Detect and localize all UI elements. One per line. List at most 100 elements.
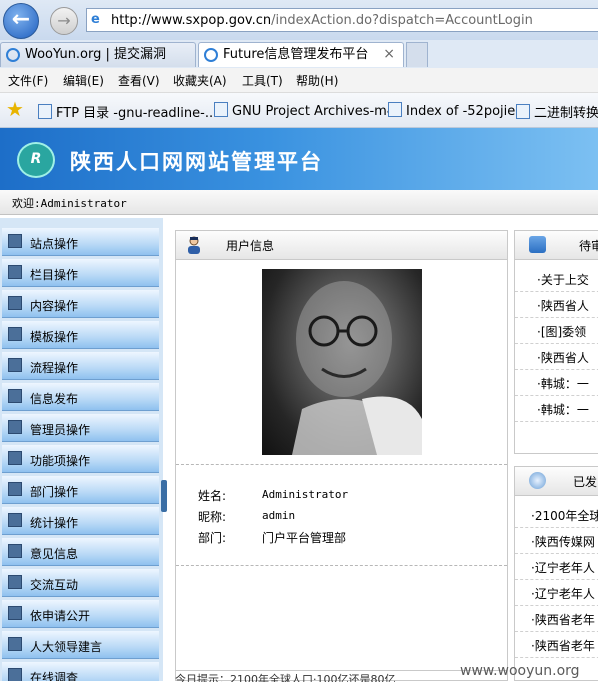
sidebar-item-label: 在线调查 [30, 671, 79, 681]
sidebar-item-disclosure[interactable]: 依申请公开 [2, 600, 159, 628]
pending-header: 待审 [515, 231, 598, 260]
tab-wooyun[interactable]: WooYun.org | 提交漏洞 [0, 42, 196, 67]
interaction-icon [8, 575, 22, 589]
pending-item[interactable]: ·陕西省人 [537, 297, 589, 314]
publish-icon [8, 389, 22, 403]
film-icon [8, 606, 22, 620]
film-icon [8, 637, 22, 651]
back-button[interactable]: ← [3, 3, 39, 39]
published-item[interactable]: ·辽宁老年人 [531, 585, 595, 602]
pending-item[interactable]: ·陕西省人 [537, 349, 589, 366]
sidebar-item-label: 栏目操作 [30, 268, 79, 282]
favorite-link[interactable]: FTP 目录 -gnu-readline-... [38, 102, 217, 121]
pending-item[interactable]: ·韩城：一 [537, 401, 589, 418]
tab-future[interactable]: Future信息管理发布平台 × [198, 42, 404, 67]
published-item[interactable]: ·陕西省老年 [531, 637, 595, 654]
function-icon [8, 451, 22, 465]
sidebar-item-npc-advice[interactable]: 人大领导建言 [2, 631, 159, 659]
column-icon [8, 265, 22, 279]
feedback-icon [8, 544, 22, 558]
menu-favorites[interactable]: 收藏夹(A) [173, 72, 227, 89]
sidebar-item-label: 意见信息 [30, 547, 79, 561]
sidebar-item-label: 管理员操作 [30, 423, 91, 437]
sidebar-item-template[interactable]: 模板操作 [2, 321, 159, 349]
divider [515, 317, 598, 318]
sidebar-item-function[interactable]: 功能项操作 [2, 445, 159, 473]
favorite-label: 二进制转换工 [534, 106, 598, 121]
url-domain: http://www.sxpop.gov.cn [111, 13, 272, 28]
sidebar-item-label: 内容操作 [30, 299, 79, 313]
published-item[interactable]: ·辽宁老年人 [531, 559, 595, 576]
sidebar-item-department[interactable]: 部门操作 [2, 476, 159, 504]
department-value: 门户平台管理部 [262, 531, 347, 545]
divider [176, 565, 507, 566]
nickname-value: admin [262, 509, 296, 522]
user-info-header: 用户信息 [176, 231, 507, 260]
sidebar-item-admin[interactable]: 管理员操作 [2, 414, 159, 442]
divider [515, 657, 598, 658]
favorite-label: Index of -52pojie [406, 104, 516, 119]
nickname-label: 昵称: [198, 510, 227, 524]
menu-tools[interactable]: 工具(T) [242, 72, 283, 89]
published-item[interactable]: ·2100年全球 [531, 507, 598, 524]
menu-file[interactable]: 文件(F) [8, 72, 48, 89]
sidebar-item-survey[interactable]: 在线调查 [2, 662, 159, 681]
favorite-link[interactable]: 二进制转换工 [516, 102, 598, 121]
new-tab-button[interactable] [406, 42, 428, 67]
sidebar-item-label: 模板操作 [30, 330, 79, 344]
pending-panel: 待审 ·关于上交 ·陕西省人 ·[图]委领 ·陕西省人 ·韩城：一 ·韩城：一 [514, 230, 598, 454]
sidebar-item-workflow[interactable]: 流程操作 [2, 352, 159, 380]
published-panel: 已发 ·2100年全球 ·陕西传媒网 ·辽宁老年人 ·辽宁老年人 ·陕西省老年 … [514, 466, 598, 681]
page-icon [214, 102, 228, 117]
url-input[interactable]: e http://www.sxpop.gov.cn/indexAction.do… [86, 8, 598, 32]
close-icon[interactable]: × [383, 43, 395, 66]
published-item[interactable]: ·陕西省老年 [531, 611, 595, 628]
ie-icon [6, 48, 20, 62]
welcome-text: 欢迎:Administrator [12, 197, 127, 210]
divider [176, 464, 507, 465]
sidebar-item-label: 统计操作 [30, 516, 79, 530]
favorite-link[interactable]: GNU Project Archives-m4 [214, 102, 395, 119]
search-icon [529, 472, 546, 489]
divider [515, 605, 598, 606]
menu-help[interactable]: 帮助(H) [296, 72, 338, 89]
ie-icon: e [91, 12, 100, 27]
tab-label: WooYun.org | 提交漏洞 [25, 47, 167, 62]
content-icon [8, 296, 22, 310]
page-icon [516, 104, 530, 119]
published-header: 已发 [515, 467, 598, 496]
favorite-label: GNU Project Archives-m4 [232, 104, 396, 119]
statistics-icon [8, 513, 22, 527]
site-banner: R 陕西人口网网站管理平台 [0, 128, 598, 190]
sidebar-item-label: 依申请公开 [30, 609, 91, 623]
favorite-link[interactable]: Index of -52pojie [388, 102, 515, 119]
pending-item[interactable]: ·[图]委领 [537, 323, 586, 340]
user-avatar-photo [262, 269, 422, 455]
sidebar-item-feedback[interactable]: 意见信息 [2, 538, 159, 566]
film-icon [8, 668, 22, 681]
sidebar-item-interaction[interactable]: 交流互动 [2, 569, 159, 597]
sidebar-item-publish[interactable]: 信息发布 [2, 383, 159, 411]
sidebar-item-column[interactable]: 栏目操作 [2, 259, 159, 287]
pending-item[interactable]: ·关于上交 [537, 271, 589, 288]
sidebar-item-statistics[interactable]: 统计操作 [2, 507, 159, 535]
sidebar-item-content[interactable]: 内容操作 [2, 290, 159, 318]
sidebar-collapse-handle[interactable] [161, 480, 167, 512]
divider [515, 369, 598, 370]
pending-item[interactable]: ·韩城：一 [537, 375, 589, 392]
menu-view[interactable]: 查看(V) [118, 72, 160, 89]
watermark: www.wooyun.org [460, 663, 580, 679]
tab-strip: WooYun.org | 提交漏洞 Future信息管理发布平台 × [0, 40, 598, 69]
forward-arrow-icon: → [57, 11, 71, 30]
url-text: http://www.sxpop.gov.cn/indexAction.do?d… [111, 13, 533, 28]
divider [515, 631, 598, 632]
sidebar-item-site[interactable]: 站点操作 [2, 228, 159, 256]
star-icon[interactable]: ★ [6, 99, 24, 119]
forward-button[interactable]: → [50, 7, 78, 35]
sidebar-item-label: 交流互动 [30, 578, 79, 592]
back-arrow-icon: ← [11, 7, 31, 32]
published-item[interactable]: ·陕西传媒网 [531, 533, 595, 550]
sidebar-item-label: 功能项操作 [30, 454, 91, 468]
menu-edit[interactable]: 编辑(E) [63, 72, 104, 89]
site-icon [8, 234, 22, 248]
